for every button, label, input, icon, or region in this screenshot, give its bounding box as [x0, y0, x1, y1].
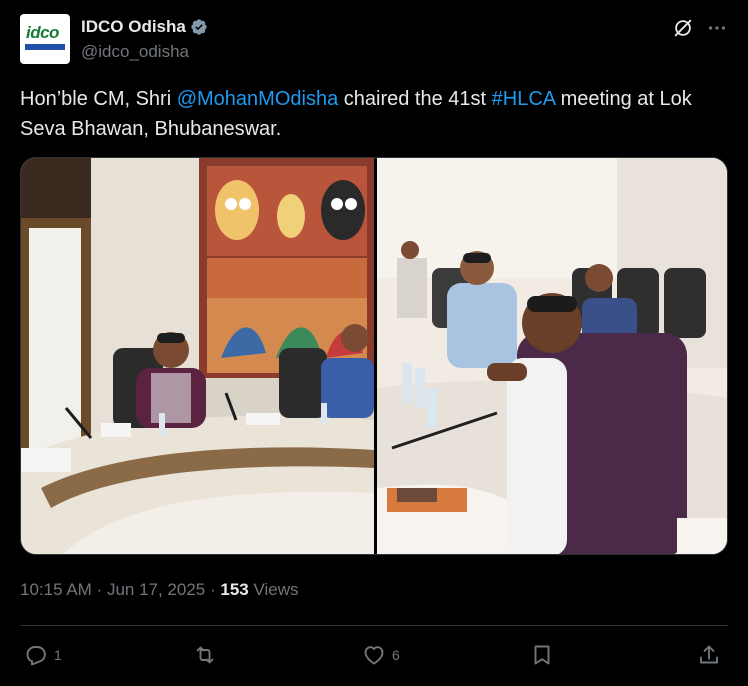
- repost-button[interactable]: [193, 640, 217, 670]
- reply-icon: [26, 646, 46, 666]
- tweet-text-part: Hon’ble CM, Shri: [20, 88, 177, 110]
- name-row: IDCO Odisha: [81, 17, 208, 37]
- tweet-header: idco IDCO Odisha @idco_odisha: [20, 14, 730, 66]
- tweet-time[interactable]: 10:15 AM: [20, 580, 92, 599]
- mention-link[interactable]: @MohanMOdisha: [177, 88, 338, 110]
- avatar-logo-bar: [25, 44, 65, 50]
- handle[interactable]: @idco_odisha: [81, 42, 189, 62]
- meta-separator: ·: [91, 580, 107, 599]
- photo-left[interactable]: [21, 158, 374, 554]
- reply-count: 1: [54, 647, 62, 663]
- divider: [20, 625, 728, 626]
- repost-icon: [196, 646, 214, 664]
- more-options-icon[interactable]: [706, 17, 728, 39]
- media-grid: [20, 157, 728, 555]
- tweet-date[interactable]: Jun 17, 2025: [107, 580, 205, 599]
- avatar-logo-text: idco: [26, 23, 59, 42]
- heart-icon: [364, 646, 384, 665]
- share-button[interactable]: [697, 640, 721, 670]
- verified-badge-icon: [191, 19, 207, 35]
- hashtag-link[interactable]: #HLCA: [492, 88, 555, 110]
- attendees-photo: [377, 158, 727, 554]
- bookmark-icon: [534, 645, 550, 665]
- avatar[interactable]: idco: [20, 14, 70, 64]
- tweet-meta: 10:15 AM · Jun 17, 2025 · 153 Views: [20, 580, 299, 600]
- photo-right[interactable]: [377, 158, 727, 554]
- bookmark-button[interactable]: [530, 640, 554, 670]
- views-count: 153: [220, 580, 249, 599]
- like-count: 6: [392, 647, 400, 663]
- views-label: Views: [248, 580, 299, 599]
- meta-separator: ·: [205, 580, 221, 599]
- meeting-room-photo: [21, 158, 374, 554]
- grok-icon[interactable]: [672, 17, 694, 39]
- like-button[interactable]: 6: [362, 640, 400, 670]
- display-name[interactable]: IDCO Odisha: [81, 17, 186, 37]
- share-icon: [700, 645, 718, 664]
- tweet-text: Hon’ble CM, Shri @MohanMOdisha chaired t…: [20, 84, 720, 144]
- action-bar: 1 6: [20, 640, 728, 670]
- tweet-text-part: chaired the 41st: [338, 88, 492, 110]
- reply-button[interactable]: 1: [24, 640, 62, 670]
